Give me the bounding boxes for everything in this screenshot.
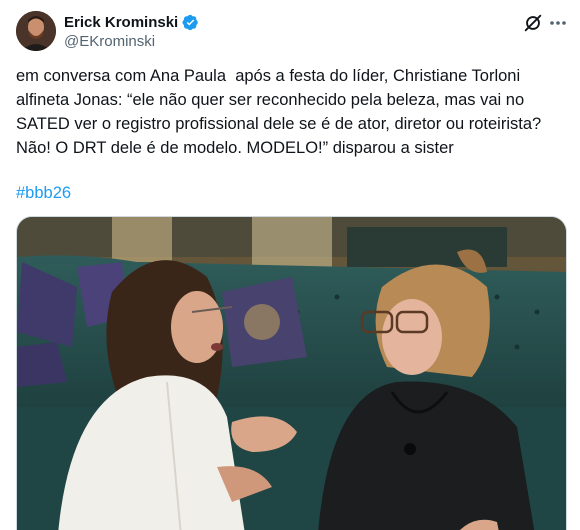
author-block: Erick Krominski @EKrominski: [64, 12, 199, 50]
tweet-text: em conversa com Ana Paula após a festa d…: [16, 67, 542, 157]
photo-two-women-talking: [17, 217, 566, 530]
more-options-icon[interactable]: [548, 13, 568, 33]
author-name[interactable]: Erick Krominski: [64, 14, 178, 31]
author-handle[interactable]: @EKrominski: [64, 33, 199, 50]
avatar-image: [16, 11, 56, 51]
hashtag-link[interactable]: #bbb26: [16, 184, 71, 203]
avatar[interactable]: [16, 11, 56, 51]
tweet: Erick Krominski @EKrominski em conversa …: [0, 0, 580, 530]
grok-icon[interactable]: [522, 12, 544, 34]
verified-badge-icon: [182, 14, 199, 31]
tweet-media-photo[interactable]: [16, 216, 567, 530]
author-name-row: Erick Krominski: [64, 12, 199, 32]
